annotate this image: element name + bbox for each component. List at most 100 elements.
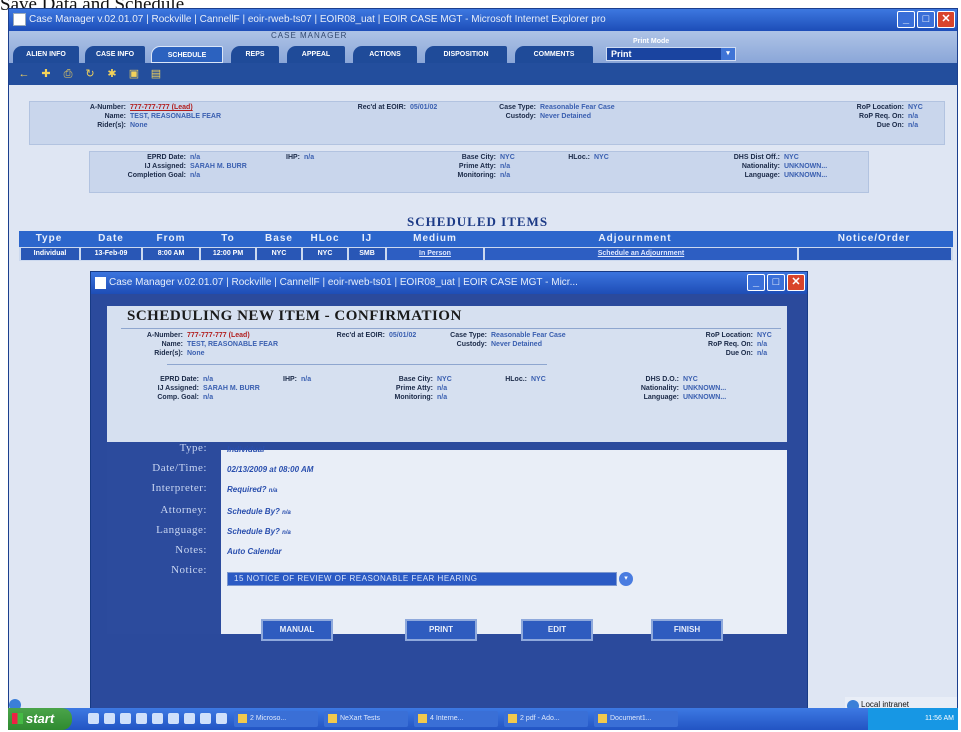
dlg-language-label: Language: [643,394,679,401]
taskbar-item[interactable]: 2 pdf - Ado... [504,711,588,727]
dialog-app-icon [95,277,106,289]
chevron-down-icon[interactable]: ▾ [619,572,633,586]
ij-label: IJ Assigned: [144,163,186,170]
save-icon[interactable]: ▣ [127,67,141,81]
dialog-close-button[interactable]: ✕ [787,274,805,291]
a-number-label: A-Number: [89,104,126,111]
nationality-label: Nationality: [741,163,780,170]
col-adjournment[interactable]: Adjournment [485,233,785,244]
tab-appeal[interactable]: Appeal [287,46,345,63]
taskbar-item[interactable]: NeXart Tests [324,711,408,727]
schedule-adjournment-link[interactable]: Schedule an Adjournment [485,248,797,260]
tab-actions[interactable]: Actions [353,46,417,63]
type-label: Type: [179,442,207,454]
quicklaunch-icon[interactable] [200,713,211,724]
quicklaunch-icon[interactable] [104,713,115,724]
col-notice-order[interactable]: Notice/Order [799,233,949,244]
back-arrow-icon[interactable]: ← [17,67,31,81]
col-from[interactable]: From [143,233,199,244]
completion-goal-value: n/a [190,172,201,179]
col-type[interactable]: Type [19,233,79,244]
col-base[interactable]: Base [257,233,301,244]
dlg-riders-label: Rider(s): [154,350,183,357]
dlg-custody-label: Custody: [456,341,487,348]
quicklaunch-icon[interactable] [152,713,163,724]
tab-schedule[interactable]: Schedule [151,46,223,63]
notes-label: Notes: [175,544,207,556]
tab-comments[interactable]: Comments [515,46,593,63]
tab-case-info[interactable]: Case Info [85,46,145,63]
cell-date: 13-Feb-09 [81,248,141,260]
main-title-text: Case Manager v.02.01.07 | Rockville | Ca… [29,14,606,25]
dialog-maximize-button[interactable]: □ [767,274,785,291]
schedule-details: Type: Individual Date/Time: 02/13/2009 a… [107,442,787,634]
dlg-base-city-value: NYC [437,376,452,383]
finish-button[interactable]: Finish [651,619,723,641]
col-medium[interactable]: Medium [387,233,483,244]
dlg-monitoring-value: n/a [437,394,448,401]
notice-label: Notice: [171,564,207,576]
case-type-value: Reasonable Fear Case [540,104,615,111]
dlg-dhs-value: NYC [683,376,698,383]
tab-alien-info[interactable]: Alien Info [13,46,79,63]
start-button[interactable]: start [8,708,72,730]
taskbar-item[interactable]: 4 Interne... [414,711,498,727]
print-mode-select[interactable]: Print ▾ [606,47,736,61]
cell-notice-order [799,248,951,260]
dlg-comp-goal-label: Comp. Goal: [157,394,199,401]
cell-hloc: NYC [303,248,347,260]
due-on-label: Due On: [876,122,904,129]
star-icon[interactable]: ✱ [105,67,119,81]
taskbar-item[interactable]: Document1... [594,711,678,727]
ihp-label: IHP: [286,154,300,161]
col-ij[interactable]: IJ [349,233,385,244]
confirmation-dialog: Case Manager v.02.01.07 | Rockville | Ca… [90,271,808,713]
refresh-icon[interactable]: ↻ [83,67,97,81]
dlg-eprd-value: n/a [203,376,214,383]
quicklaunch-icon[interactable] [184,713,195,724]
new-icon[interactable]: ✚ [39,67,53,81]
cell-to: 12:00 PM [201,248,255,260]
ij-value: SARAH M. BURR [190,163,247,170]
case-detail-panel: EPRD Date: n/a IJ Assigned: SARAH M. BUR… [89,151,869,193]
tab-disposition[interactable]: Disposition [425,46,507,63]
taskbar-item[interactable]: 2 Microso... [234,711,318,727]
clipboard-icon[interactable]: ▤ [149,67,163,81]
dialog-titlebar[interactable]: Case Manager v.02.01.07 | Rockville | Ca… [91,272,807,294]
col-date[interactable]: Date [81,233,141,244]
rop-req-label: RoP Req. On: [859,113,904,120]
clock[interactable]: 11:56 AM [925,715,954,722]
minimize-button[interactable]: _ [897,11,915,28]
print-icon[interactable]: ⎙ [61,67,75,81]
language-label: Language: [744,172,780,179]
a-number-value[interactable]: 777-777-777 (Lead) [130,104,193,111]
main-titlebar[interactable]: Case Manager v.02.01.07 | Rockville | Ca… [9,9,957,31]
quicklaunch-icon[interactable] [168,713,179,724]
print-button[interactable]: Print [405,619,477,641]
maximize-button[interactable]: □ [917,11,935,28]
close-button[interactable]: ✕ [937,11,955,28]
dlg-monitoring-label: Monitoring: [394,394,434,401]
ihp-value: n/a [304,154,315,161]
quicklaunch-icon[interactable] [216,713,227,724]
quicklaunch-icon[interactable] [136,713,147,724]
quicklaunch-icon[interactable] [120,713,131,724]
col-hloc[interactable]: HLoc [303,233,347,244]
manual-button[interactable]: Manual [261,619,333,641]
prime-atty-label: Prime Atty: [458,163,496,170]
dlg-recd-label: Rec'd at EOIR: [336,332,385,339]
toolbar: ← ✚ ⎙ ↻ ✱ ▣ ▤ [9,63,957,85]
notice-select[interactable]: 15 NOTICE OF REVIEW OF REASONABLE FEAR H… [227,572,617,586]
quicklaunch-icon[interactable] [88,713,99,724]
dlg-a-number-value: 777-777-777 (Lead) [187,332,250,339]
dlg-ihp-label: IHP: [283,376,297,383]
header-divider [167,364,547,365]
tab-reps[interactable]: Reps [231,46,279,63]
table-row[interactable]: Individual 13-Feb-09 8:00 AM 12:00 PM NY… [19,247,953,261]
dlg-a-number-label: A-Number: [146,332,183,339]
col-to[interactable]: To [201,233,255,244]
dialog-minimize-button[interactable]: _ [747,274,765,291]
cell-medium-link[interactable]: In Person [387,248,483,260]
edit-button[interactable]: Edit [521,619,593,641]
attorney-sub: n/a [282,510,291,516]
